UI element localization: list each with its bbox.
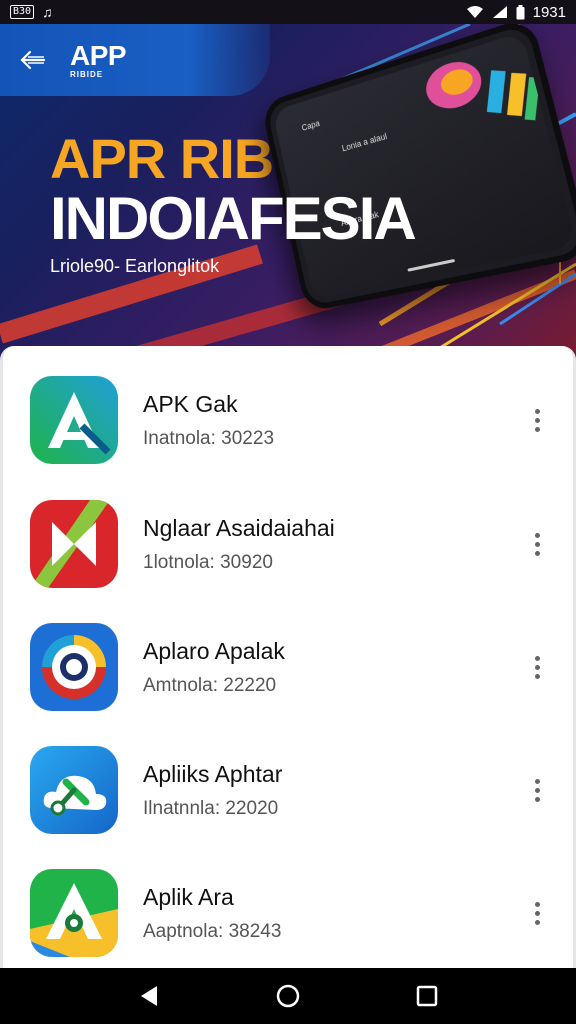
list-item[interactable]: APK Gak Inatnola: 30223 <box>3 364 573 476</box>
triangle-back-icon <box>139 985 159 1007</box>
app-header: APP RIBIDE <box>0 24 270 96</box>
back-arrow-icon <box>20 50 46 70</box>
list-item[interactable]: Nglaar Asaidaiahai 1lotnola: 30920 <box>3 488 573 600</box>
app-name: Nglaar Asaidaiahai <box>143 515 335 542</box>
app-name: Apliiks Aphtar <box>143 761 282 788</box>
app-logo: APP RIBIDE <box>70 42 126 79</box>
red-play-icon <box>30 500 118 588</box>
a-green-blue-icon <box>30 376 118 464</box>
a-green-yellow-icon <box>30 869 118 957</box>
more-options-button[interactable] <box>525 524 549 564</box>
nav-back-button[interactable] <box>129 976 169 1016</box>
app-meta: Inatnola: 30223 <box>143 428 274 450</box>
more-options-button[interactable] <box>525 400 549 440</box>
phone-text-2: Lonia a alaul <box>341 131 388 153</box>
circle-home-icon <box>275 983 301 1009</box>
logo-text: APP <box>70 42 126 70</box>
list-item[interactable]: Aplaro Apalak Amtnola: 22220 <box>3 611 573 723</box>
battery-icon <box>516 5 525 20</box>
clock: 1931 <box>533 4 566 21</box>
app-list: APK Gak Inatnola: 30223 Nglaar Asaidaiah… <box>0 346 576 968</box>
nav-home-button[interactable] <box>268 976 308 1016</box>
system-nav-bar <box>0 968 576 1024</box>
music-icon: ♫ <box>42 4 53 20</box>
square-recents-icon <box>416 985 438 1007</box>
app-meta: Amtnola: 22220 <box>143 675 285 697</box>
notification-badge: B30 <box>10 5 34 19</box>
more-options-button[interactable] <box>525 647 549 687</box>
app-name: APK Gak <box>143 391 274 418</box>
list-item[interactable]: Apliiks Aphtar Ilnatnnla: 22020 <box>3 734 573 846</box>
phone-graphics <box>418 32 550 153</box>
hero-banner: APP RIBIDE Capa Lonia a alaul Abora alak… <box>0 24 576 360</box>
hero-headline-main: INDOIAFESIA <box>50 184 415 253</box>
app-name: Aplaro Apalak <box>143 638 285 665</box>
app-meta: Ilnatnnla: 22020 <box>143 798 282 820</box>
list-item[interactable]: Aplik Ara Aaptnola: 38243 <box>3 857 573 968</box>
hero-tagline: Lriole90- Earlonglitok <box>50 256 219 277</box>
back-button[interactable] <box>18 45 48 75</box>
hero-headline-top: APR RIB <box>50 126 273 191</box>
cloud-tool-icon <box>30 746 118 834</box>
app-meta: 1lotnola: 30920 <box>143 552 335 574</box>
app-name: Aplik Ara <box>143 884 281 911</box>
logo-subtext: RIBIDE <box>70 71 126 79</box>
nav-recents-button[interactable] <box>407 976 447 1016</box>
camera-ring-icon <box>30 623 118 711</box>
signal-icon <box>492 5 508 19</box>
phone-text-1: Capa <box>301 118 321 133</box>
more-options-button[interactable] <box>525 770 549 810</box>
app-meta: Aaptnola: 38243 <box>143 921 281 943</box>
status-bar: B30 ♫ 1931 <box>0 0 576 24</box>
wifi-icon <box>466 5 484 19</box>
more-options-button[interactable] <box>525 893 549 933</box>
